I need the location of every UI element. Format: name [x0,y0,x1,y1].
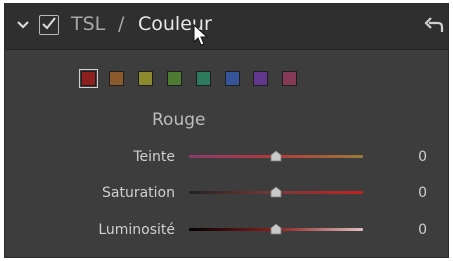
reset-arrow-icon[interactable] [423,16,445,36]
checkmark-icon [42,17,56,30]
swatch-rouge[interactable] [79,69,98,88]
panel-header[interactable]: TSL / Couleur [5,4,448,50]
saturation-value[interactable]: 0 [403,185,427,201]
chevron-down-icon[interactable] [16,18,30,32]
saturation-slider-thumb[interactable] [270,186,282,198]
swatch-magenta[interactable] [282,71,297,86]
teinte-slider-thumb[interactable] [270,150,282,162]
slider-label-saturation: Saturation [102,185,175,201]
mouse-pointer-icon [193,24,209,46]
title-separator: / [118,13,125,35]
tab-tsl[interactable]: TSL [71,13,105,35]
luminosite-slider-thumb[interactable] [270,223,282,235]
hsl-color-panel: TSL / Couleur Rouge Teinte 0 Saturation … [4,3,449,258]
swatch-aqua[interactable] [196,71,211,86]
swatch-jaune[interactable] [138,71,153,86]
teinte-value[interactable]: 0 [403,149,427,165]
swatch-violet[interactable] [253,71,268,86]
swatch-orange[interactable] [109,71,124,86]
slider-label-luminosite: Luminosité [98,222,175,238]
swatch-bleu[interactable] [225,71,240,86]
swatch-vert[interactable] [167,71,182,86]
slider-label-teinte: Teinte [133,149,175,165]
luminosite-value[interactable]: 0 [403,222,427,238]
selected-color-title: Rouge [152,110,206,130]
panel-enable-checkbox[interactable] [39,15,59,35]
